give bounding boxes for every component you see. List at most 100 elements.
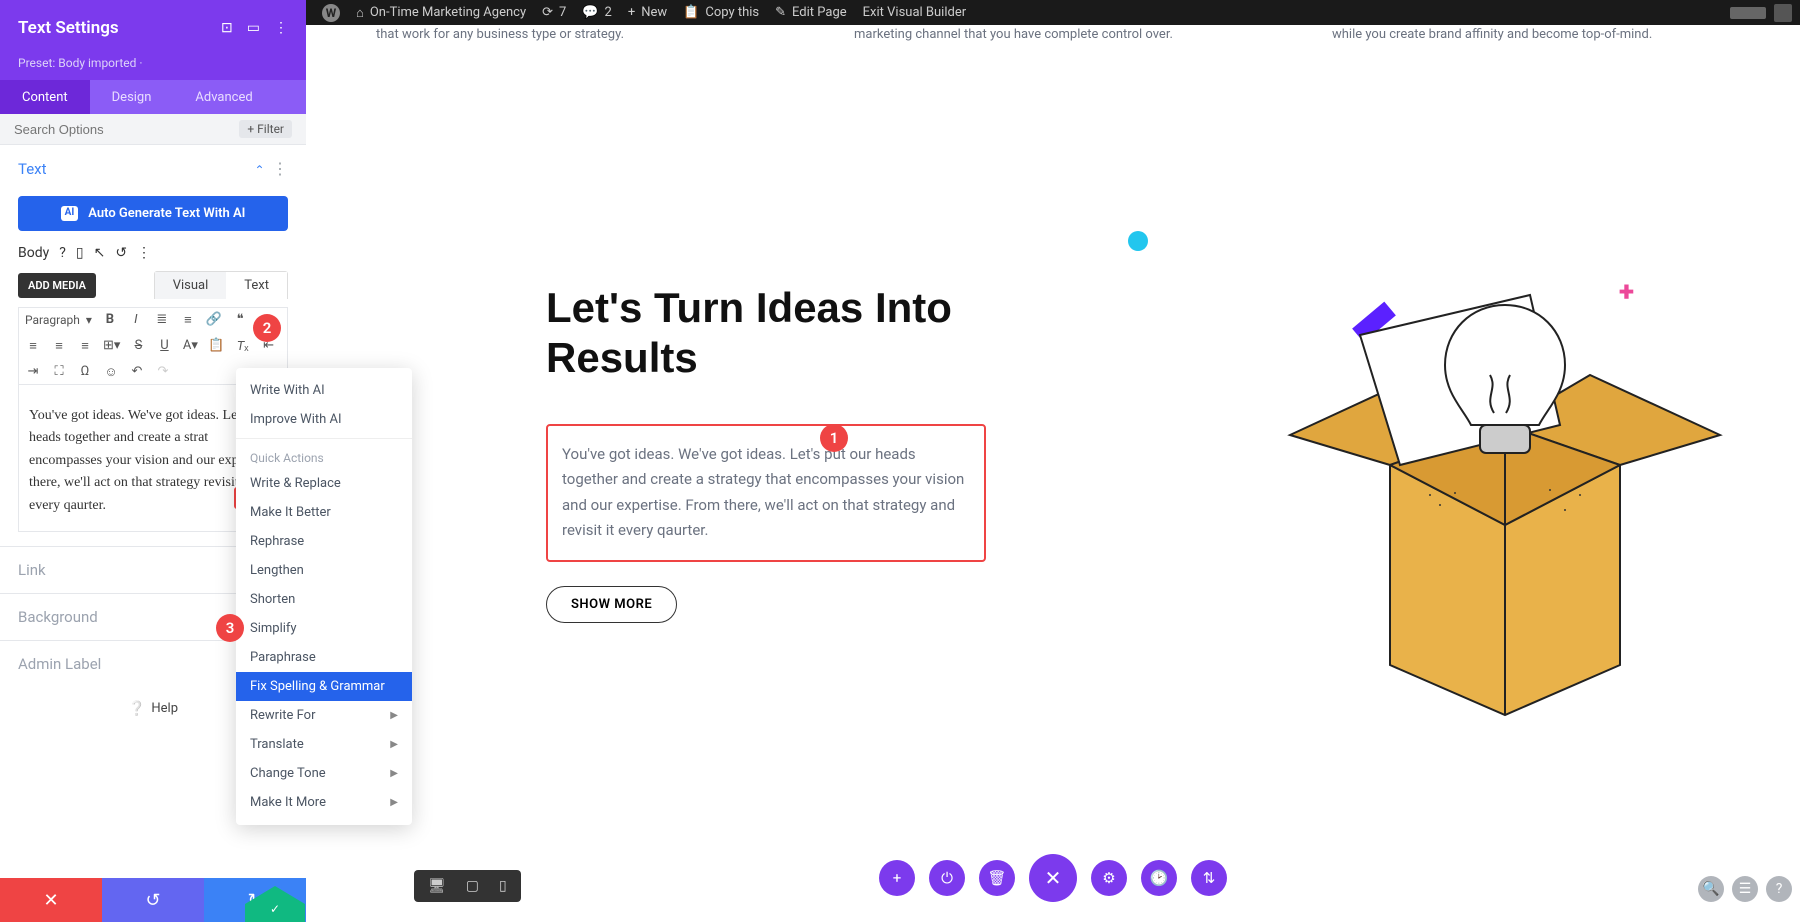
help-button-br[interactable]: ? xyxy=(1766,876,1792,902)
paste-button[interactable]: 📋 xyxy=(208,338,224,354)
admin-bar: W ⌂ On-Time Marketing Agency ⟳ 7 💬 2 + N… xyxy=(306,0,1800,25)
hero-paragraph[interactable]: You've got ideas. We've got ideas. Let's… xyxy=(546,424,986,562)
bottom-right-tools: 🔍 ☰ ? xyxy=(1698,876,1792,902)
card-snippet-1: that work for any business type or strat… xyxy=(356,25,794,45)
ul-button[interactable]: ≣ xyxy=(154,312,170,328)
site-link[interactable]: ⌂ On-Time Marketing Agency xyxy=(348,5,534,21)
refresh-icon: ⟳ xyxy=(542,5,553,20)
ai-shorten[interactable]: Shorten xyxy=(236,585,412,614)
discard-button[interactable]: ✕ xyxy=(0,878,102,922)
emoji-button[interactable]: ☺ xyxy=(103,364,119,380)
annotation-2: 2 xyxy=(253,314,281,342)
foot-undo-button[interactable]: ↺ xyxy=(102,878,204,922)
ai-lengthen[interactable]: Lengthen xyxy=(236,556,412,585)
align-center[interactable]: ≡ xyxy=(25,338,41,354)
tablet-icon[interactable]: ▢ xyxy=(466,878,479,894)
align-right[interactable]: ≡ xyxy=(51,338,67,354)
filter-button[interactable]: + Filter xyxy=(239,120,292,138)
ai-generate-button[interactable]: AI Auto Generate Text With AI xyxy=(18,196,288,231)
ai-context-menu: Write With AI Improve With AI Quick Acti… xyxy=(236,368,412,825)
preset-label[interactable]: Preset: Body imported · xyxy=(0,56,306,80)
delete-button[interactable]: 🗑 xyxy=(979,860,1015,896)
underline-button[interactable]: U xyxy=(156,338,172,354)
textcolor-button[interactable]: A▾ xyxy=(182,338,198,354)
ol-button[interactable]: ≡ xyxy=(180,312,196,328)
close-button[interactable]: ✕ xyxy=(1029,854,1077,902)
phone-icon[interactable]: ▯ xyxy=(76,245,84,261)
wp-logo[interactable]: W xyxy=(314,4,348,22)
plus-icon: + xyxy=(628,5,635,20)
history-button[interactable]: 🕑 xyxy=(1141,860,1177,896)
chevron-right-icon: ▶ xyxy=(390,710,398,721)
ai-write[interactable]: Write With AI xyxy=(236,376,412,405)
align-justify[interactable]: ≡ xyxy=(77,338,93,354)
exit-vb-link[interactable]: Exit Visual Builder xyxy=(855,5,974,20)
ai-rephrase[interactable]: Rephrase xyxy=(236,527,412,556)
hero-heading: Let's Turn Ideas Into Results xyxy=(546,283,986,384)
tab-content[interactable]: Content xyxy=(0,80,90,114)
layers-button[interactable]: ☰ xyxy=(1732,876,1758,902)
ai-fix-spelling[interactable]: Fix Spelling & Grammar xyxy=(236,672,412,701)
tab-advanced[interactable]: Advanced xyxy=(173,80,274,114)
more-body-icon[interactable]: ⋮ xyxy=(137,245,151,261)
undo-button[interactable]: ↶ xyxy=(129,364,145,380)
ai-simplify[interactable]: Simplify xyxy=(236,614,412,643)
bold-button[interactable]: B xyxy=(102,312,118,328)
show-more-button[interactable]: SHOW MORE xyxy=(546,586,677,623)
section-more-icon[interactable]: ⋮ xyxy=(272,159,288,178)
tab-design[interactable]: Design xyxy=(90,80,174,114)
italic-button[interactable]: I xyxy=(128,312,144,328)
omega-button[interactable]: Ω xyxy=(77,364,93,380)
hover-icon[interactable]: ↖ xyxy=(94,245,106,261)
search-input[interactable] xyxy=(14,122,229,137)
link-button[interactable]: 🔗 xyxy=(206,312,222,328)
desktop-icon[interactable]: 🖥 xyxy=(428,878,446,894)
ai-quick-header: Quick Actions xyxy=(236,443,412,469)
updates-link[interactable]: ⟳ 7 xyxy=(534,5,574,20)
redo-button[interactable]: ↷ xyxy=(155,364,171,380)
help-icon[interactable]: ? xyxy=(59,245,66,261)
settings-button[interactable]: ⚙ xyxy=(1091,860,1127,896)
quote-button[interactable]: ❝ xyxy=(232,312,248,328)
new-link[interactable]: + New xyxy=(620,5,675,20)
strike-button[interactable]: S xyxy=(130,338,146,354)
phone-icon[interactable]: ▯ xyxy=(499,878,507,894)
visual-tab[interactable]: Visual xyxy=(155,272,227,299)
collapse-icon[interactable]: ⌃ xyxy=(254,163,264,177)
ai-icon: AI xyxy=(61,206,79,221)
ai-make-it-more[interactable]: Make It More▶ xyxy=(236,788,412,817)
responsive-bar: 🖥 ▢ ▯ xyxy=(414,870,521,902)
text-section-header[interactable]: Text xyxy=(18,160,47,178)
power-button[interactable]: ⏻ xyxy=(929,860,965,896)
edit-page-link[interactable]: ✎ Edit Page xyxy=(767,5,855,20)
ai-translate[interactable]: Translate▶ xyxy=(236,730,412,759)
decor-dot-cyan xyxy=(1128,231,1148,251)
help-link[interactable]: Help xyxy=(151,701,178,716)
reset-icon[interactable]: ↺ xyxy=(115,245,127,261)
add-media-button[interactable]: ADD MEDIA xyxy=(18,273,96,298)
drag-icon[interactable]: ⊡ xyxy=(221,20,233,36)
clear-button[interactable]: Tₓ xyxy=(235,338,251,354)
table-button[interactable]: ⊞▾ xyxy=(103,338,120,354)
ai-change-tone[interactable]: Change Tone▶ xyxy=(236,759,412,788)
comments-link[interactable]: 💬 2 xyxy=(574,5,620,20)
ai-write-replace[interactable]: Write & Replace xyxy=(236,469,412,498)
text-tab[interactable]: Text xyxy=(226,272,287,299)
swap-button[interactable]: ⇅ xyxy=(1191,860,1227,896)
zoom-button[interactable]: 🔍 xyxy=(1698,876,1724,902)
indent-button[interactable]: ⇥ xyxy=(25,364,41,380)
copy-link[interactable]: 📋 Copy this xyxy=(675,5,767,20)
box-illustration xyxy=(1280,195,1730,735)
ai-paraphrase[interactable]: Paraphrase xyxy=(236,643,412,672)
avatar[interactable] xyxy=(1774,4,1792,22)
more-icon[interactable]: ⋮ xyxy=(274,20,288,36)
ai-improve[interactable]: Improve With AI xyxy=(236,405,412,434)
fullscreen-button[interactable]: ⛶ xyxy=(51,364,67,380)
expand-icon[interactable]: ▭ xyxy=(247,20,260,36)
comment-icon: 💬 xyxy=(582,5,598,20)
user-name[interactable] xyxy=(1730,7,1766,19)
ai-make-better[interactable]: Make It Better xyxy=(236,498,412,527)
ai-rewrite-for[interactable]: Rewrite For▶ xyxy=(236,701,412,730)
add-button[interactable]: + xyxy=(879,860,915,896)
paragraph-select[interactable]: Paragraph ▾ xyxy=(25,312,92,328)
